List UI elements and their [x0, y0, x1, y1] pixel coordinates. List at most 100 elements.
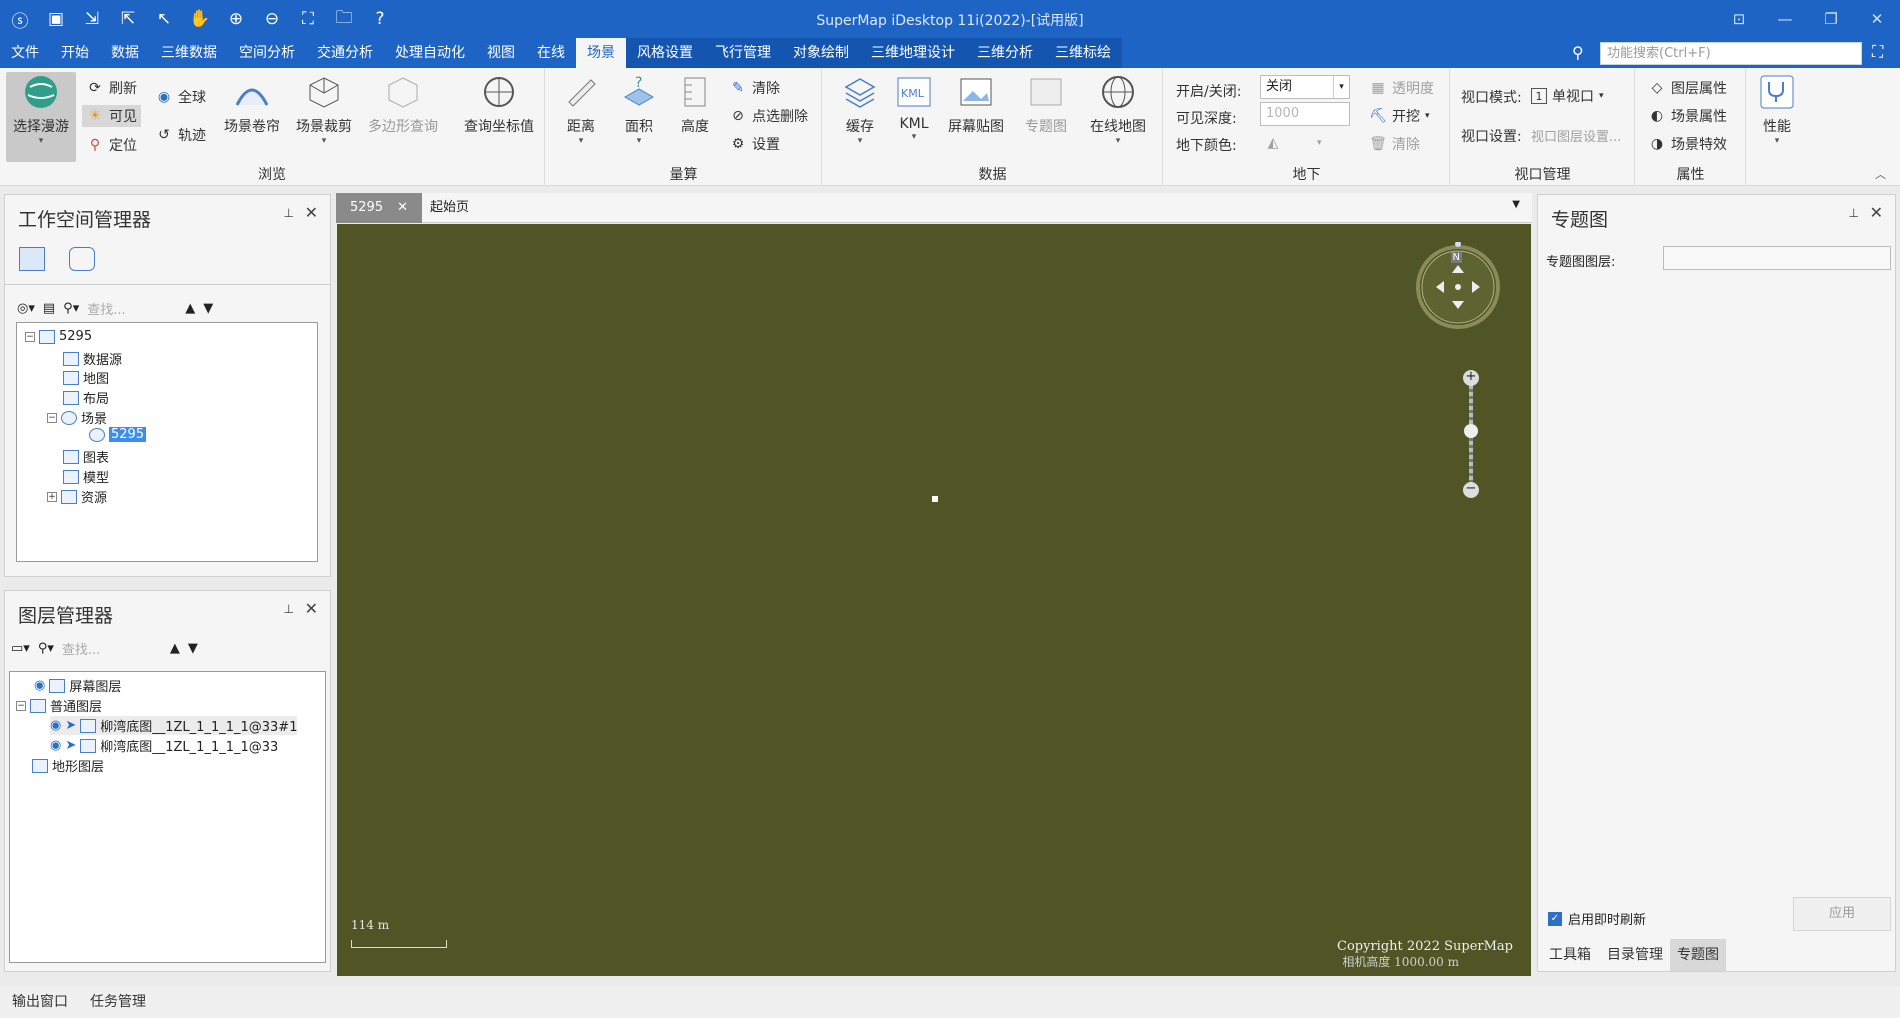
database-icon[interactable]	[69, 247, 95, 271]
distance-button[interactable]: 距离 ▾	[556, 72, 606, 146]
refresh-button[interactable]: ⟳ 刷新	[86, 78, 137, 98]
move-up-icon[interactable]: ▲	[170, 641, 180, 656]
apply-button[interactable]: 应用	[1793, 897, 1891, 931]
selectable-icon[interactable]: ➤	[65, 738, 76, 753]
measure-clear-button[interactable]: ✎ 清除	[729, 78, 780, 98]
full-globe-button[interactable]: ◉ 全球	[155, 87, 206, 107]
kml-button[interactable]: KML KML ▾	[889, 72, 939, 142]
close-icon[interactable]: ✕	[305, 599, 318, 618]
minimize-icon[interactable]: —	[1762, 0, 1808, 38]
zoom-thumb[interactable]	[1464, 424, 1478, 438]
tree-node-resources[interactable]: + 资源	[47, 487, 107, 506]
tree-node-maps[interactable]: 地图	[63, 368, 109, 387]
thematic-map-button[interactable]: 专题图	[1018, 72, 1074, 136]
pin-icon[interactable]: ⊥	[1849, 206, 1859, 220]
scene-viewport[interactable]: N + − 114 m Copyright 2022 SuperMap 相机高度…	[337, 224, 1531, 976]
zoom-out-icon[interactable]: −	[1463, 482, 1479, 498]
tab-toolbox[interactable]: 工具箱	[1542, 939, 1598, 971]
polygon-query-button[interactable]: 多边形查询	[364, 72, 442, 136]
selectable-icon[interactable]: ➤	[65, 718, 76, 733]
menu-tab-0[interactable]: 文件	[0, 38, 50, 68]
menu-tab-10[interactable]: 风格设置	[626, 38, 704, 68]
measure-settings-button[interactable]: ⚙ 设置	[729, 134, 780, 154]
close-icon[interactable]: ✕	[397, 200, 408, 215]
transparency-button[interactable]: ▦ 透明度	[1369, 78, 1434, 98]
layer-screen[interactable]: ◉ 屏幕图层	[34, 676, 121, 695]
move-down-icon[interactable]: ▼	[203, 301, 213, 316]
eye-icon[interactable]: ◉	[50, 738, 61, 753]
menu-tab-11[interactable]: 飞行管理	[704, 38, 782, 68]
collapse-ribbon-icon[interactable]: ︿	[1875, 166, 1886, 182]
zoom-slider[interactable]: + −	[1463, 370, 1479, 498]
tab-start-page[interactable]: 起始页	[416, 193, 483, 223]
online-map-button[interactable]: 在线地图 ▾	[1085, 72, 1151, 146]
select-roam-button[interactable]: 选择漫游 ▾	[6, 72, 76, 162]
height-button[interactable]: 高度	[670, 72, 720, 136]
layer-item-2[interactable]: ◉ ➤ 柳湾底图__1ZL_1_1_1_1@33	[50, 736, 278, 755]
screen-overlay-button[interactable]: 屏幕贴图	[943, 72, 1009, 136]
pin-icon[interactable]: ⊥	[284, 206, 294, 220]
workspace-search-input[interactable]: 查找...	[87, 299, 177, 318]
search-icon[interactable]: ⚲	[1572, 43, 1584, 62]
fullscreen-icon[interactable]: ⛶	[1872, 42, 1883, 62]
tab-catalog[interactable]: 目录管理	[1600, 939, 1670, 971]
tree-node-datasources[interactable]: 数据源	[63, 349, 122, 368]
pin-icon[interactable]: ⊥	[284, 602, 294, 616]
eye-icon[interactable]: ◉	[34, 678, 45, 693]
expand-icon[interactable]: +	[47, 491, 57, 502]
add-layer-icon[interactable]: ▭▾	[11, 641, 30, 656]
search-icon[interactable]: ⚲▾	[63, 301, 79, 316]
track-button[interactable]: ↺ 轨迹	[155, 125, 206, 145]
tab-thematic[interactable]: 专题图	[1670, 939, 1726, 971]
visible-depth-input[interactable]: 1000	[1260, 102, 1350, 126]
auto-refresh-checkbox[interactable]: ✓ 启用即时刷新	[1548, 909, 1646, 928]
eye-icon[interactable]: ◉	[50, 718, 61, 733]
scene-effects-button[interactable]: ◑ 场景特效	[1648, 134, 1727, 154]
area-button[interactable]: ? 面积 ▾	[614, 72, 664, 146]
viewport-mode-select[interactable]: 1 单视口 ▾	[1531, 86, 1604, 106]
visible-button[interactable]: ☀ 可见	[82, 105, 141, 127]
menu-tab-6[interactable]: 处理自动化	[384, 38, 476, 68]
tab-scene-5295[interactable]: 5295 ✕	[336, 193, 422, 223]
query-coords-button[interactable]: 查询坐标值	[460, 72, 538, 136]
menu-tab-7[interactable]: 视图	[476, 38, 526, 68]
scene-curtain-button[interactable]: 场景卷帘	[222, 72, 282, 136]
point-delete-button[interactable]: ⊘ 点选删除	[729, 106, 808, 126]
underground-clear-button[interactable]: 🗑 清除	[1369, 134, 1420, 154]
scene-clip-button[interactable]: 场景裁剪 ▾	[294, 72, 354, 146]
zoom-in-icon[interactable]: +	[1463, 370, 1479, 386]
save-workspace-icon[interactable]: ▤	[43, 301, 55, 316]
viewport-layer-settings-button[interactable]: 视口图层设置...	[1531, 126, 1621, 145]
menu-tab-13[interactable]: 三维地理设计	[860, 38, 966, 68]
menu-tab-1[interactable]: 开始	[50, 38, 100, 68]
menu-tab-3[interactable]: 三维数据	[150, 38, 228, 68]
tree-node-models[interactable]: 模型	[63, 467, 109, 486]
tree-node-workspace[interactable]: −5295	[25, 329, 92, 344]
layer-properties-button[interactable]: ◇ 图层属性	[1648, 78, 1727, 98]
open-workspace-icon[interactable]: ◎▾	[17, 301, 35, 316]
cache-button[interactable]: 缓存 ▾	[835, 72, 885, 146]
close-icon[interactable]: ✕	[305, 203, 318, 222]
output-window-tab[interactable]: 输出窗口	[12, 991, 68, 1011]
tab-list-chevron-icon[interactable]: ▼	[1512, 199, 1520, 210]
collapse-icon[interactable]: −	[16, 700, 26, 711]
on-off-select[interactable]: 关闭 ▾	[1260, 75, 1350, 99]
move-down-icon[interactable]: ▼	[188, 641, 198, 656]
collapse-icon[interactable]: −	[25, 331, 35, 342]
tree-node-scene-5295[interactable]: 5295	[89, 427, 147, 442]
close-icon[interactable]: ✕	[1854, 0, 1900, 38]
move-up-icon[interactable]: ▲	[185, 301, 195, 316]
tree-node-charts[interactable]: 图表	[63, 447, 109, 466]
menu-tab-8[interactable]: 在线	[526, 38, 576, 68]
layer-search-input[interactable]: 查找...	[62, 639, 162, 658]
function-search-input[interactable]: 功能搜索(Ctrl+F)	[1600, 42, 1862, 65]
collapse-icon[interactable]: −	[47, 412, 57, 423]
excavate-button[interactable]: ⛏ 开挖 ▾	[1369, 106, 1429, 126]
locate-button[interactable]: ⚲ 定位	[86, 135, 137, 155]
menu-tab-4[interactable]: 空间分析	[228, 38, 306, 68]
search-icon[interactable]: ⚲▾	[38, 641, 54, 656]
menu-tab-9[interactable]: 场景	[576, 38, 626, 68]
tree-node-scenes[interactable]: − 场景	[47, 408, 107, 427]
checkbox-icon[interactable]: ✓	[1548, 911, 1562, 926]
thematic-layer-field[interactable]	[1663, 246, 1891, 270]
